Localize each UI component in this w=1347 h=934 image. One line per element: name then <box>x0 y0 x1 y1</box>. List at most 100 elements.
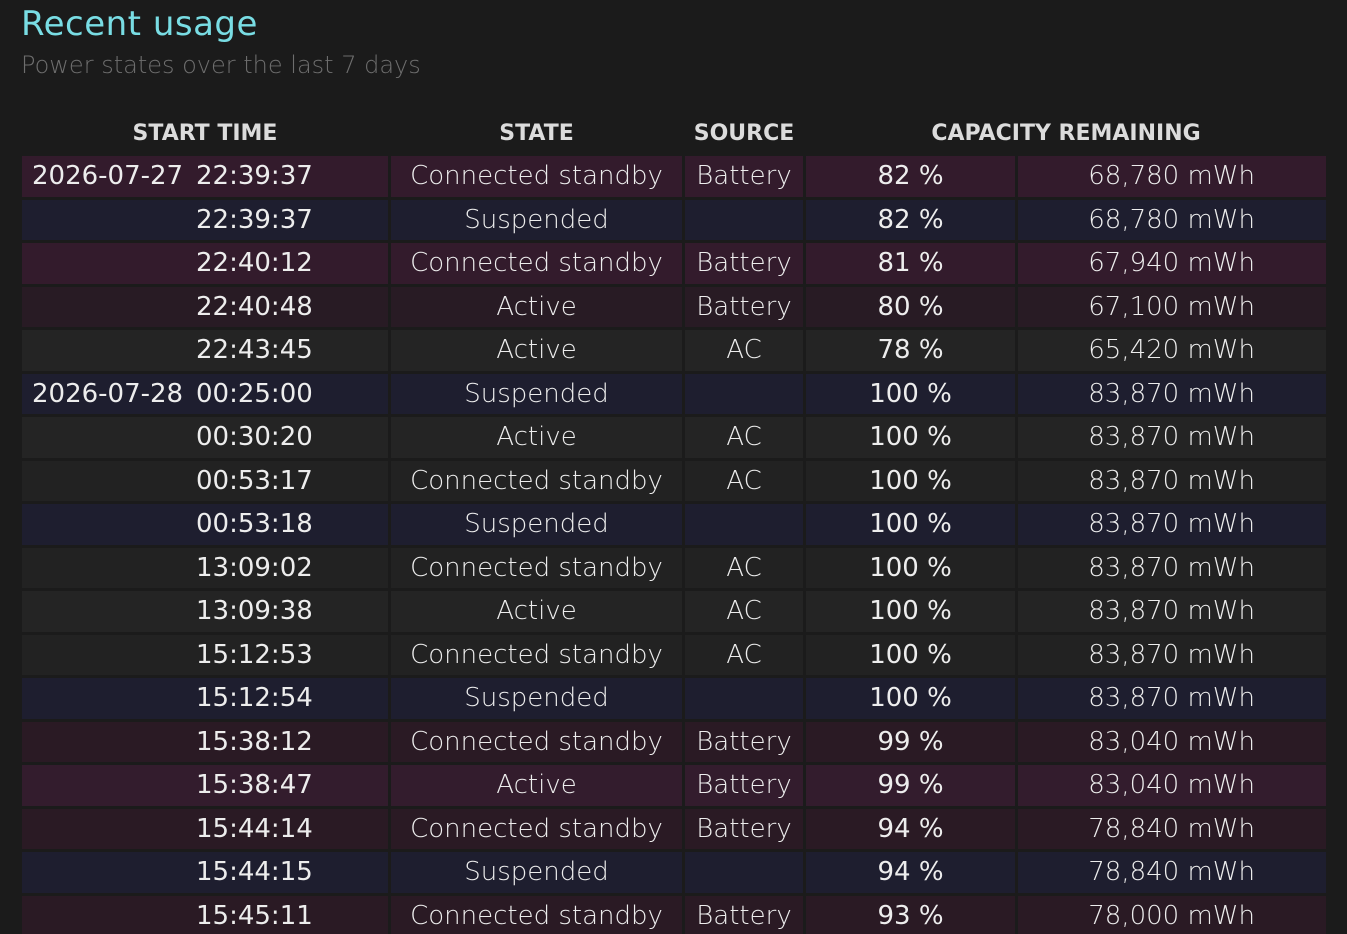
start-time-cell: 2026-07-28 00:25:00 <box>22 373 388 414</box>
table-row[interactable]: 2026-07-28 00:25:00 Suspended 100 % 83,870 m… <box>22 373 1326 414</box>
source-cell <box>685 852 803 893</box>
table-row[interactable]: 13:09:38 Active AC 100 % 83,870 mWh <box>22 591 1326 632</box>
table-row[interactable]: 15:12:53 Connected standby AC 100 % 83,870 m… <box>22 634 1326 675</box>
state-cell: Connected standby <box>391 895 682 934</box>
start-time-cell: 22:40:48 <box>22 286 388 327</box>
state-cell: Suspended <box>391 852 682 893</box>
capacity-percent-cell: 99 % <box>806 765 1015 806</box>
capacity-mwh-cell: 83,870 mWh <box>1018 634 1326 675</box>
start-time-cell: 22:39:37 <box>22 199 388 240</box>
capacity-percent-cell: 78 % <box>806 330 1015 371</box>
start-time: 00:25:00 <box>196 378 313 409</box>
table-row[interactable]: 22:40:12 Connected standby Battery 81 % 67,9… <box>22 243 1326 284</box>
capacity-mwh-cell: 67,100 mWh <box>1018 286 1326 327</box>
page-title: Recent usage <box>21 4 258 44</box>
capacity-mwh-cell: 83,870 mWh <box>1018 547 1326 588</box>
table-row[interactable]: 15:44:15 Suspended 94 % 78,840 mWh <box>22 852 1326 893</box>
capacity-mwh-cell: 83,870 mWh <box>1018 373 1326 414</box>
state-cell: Connected standby <box>391 808 682 849</box>
source-cell: AC <box>685 547 803 588</box>
source-cell: Battery <box>685 808 803 849</box>
capacity-percent-cell: 100 % <box>806 460 1015 501</box>
capacity-mwh-cell: 68,780 mWh <box>1018 156 1326 197</box>
state-cell: Connected standby <box>391 243 682 284</box>
table-row[interactable]: 15:44:14 Connected standby Battery 94 % 78,8… <box>22 808 1326 849</box>
table-row[interactable]: 00:53:18 Suspended 100 % 83,870 mWh <box>22 504 1326 545</box>
capacity-percent-cell: 80 % <box>806 286 1015 327</box>
start-time-cell: 00:30:20 <box>22 417 388 458</box>
start-time-cell: 15:38:47 <box>22 765 388 806</box>
start-time: 15:44:15 <box>196 857 313 888</box>
start-time-cell: 15:12:53 <box>22 634 388 675</box>
source-cell: AC <box>685 634 803 675</box>
state-cell: Active <box>391 591 682 632</box>
recent-usage-table: START TIME STATE SOURCE CAPACITY REMAINI… <box>19 110 1329 934</box>
state-cell: Active <box>391 765 682 806</box>
start-time: 13:09:02 <box>196 552 313 583</box>
source-cell: Battery <box>685 243 803 284</box>
start-time: 13:09:38 <box>196 596 313 627</box>
source-cell <box>685 373 803 414</box>
start-time: 15:44:14 <box>196 813 313 844</box>
capacity-percent-cell: 100 % <box>806 591 1015 632</box>
state-cell: Connected standby <box>391 156 682 197</box>
source-cell: Battery <box>685 895 803 934</box>
state-cell: Active <box>391 286 682 327</box>
source-cell: Battery <box>685 765 803 806</box>
start-time: 15:12:54 <box>196 683 313 714</box>
table-row[interactable]: 15:38:12 Connected standby Battery 99 % 83,0… <box>22 721 1326 762</box>
table-row[interactable]: 15:12:54 Suspended 100 % 83,870 mWh <box>22 678 1326 719</box>
capacity-percent-cell: 82 % <box>806 199 1015 240</box>
capacity-percent-cell: 100 % <box>806 504 1015 545</box>
capacity-percent-cell: 100 % <box>806 634 1015 675</box>
column-header-capacity-remaining[interactable]: CAPACITY REMAINING <box>806 113 1326 153</box>
capacity-percent-cell: 99 % <box>806 721 1015 762</box>
capacity-mwh-cell: 78,000 mWh <box>1018 895 1326 934</box>
column-header-start-time[interactable]: START TIME <box>22 113 388 153</box>
table-row[interactable]: 22:40:48 Active Battery 80 % 67,100 mWh <box>22 286 1326 327</box>
capacity-mwh-cell: 83,870 mWh <box>1018 417 1326 458</box>
page-subtitle: Power states over the last 7 days <box>21 51 421 79</box>
state-cell: Suspended <box>391 678 682 719</box>
state-cell: Active <box>391 417 682 458</box>
table-row[interactable]: 15:38:47 Active Battery 99 % 83,040 mWh <box>22 765 1326 806</box>
start-date: 2026-07-27 <box>32 161 184 192</box>
source-cell <box>685 504 803 545</box>
start-time: 22:40:48 <box>196 291 313 322</box>
table-row[interactable]: 00:53:17 Connected standby AC 100 % 83,870 m… <box>22 460 1326 501</box>
table-row[interactable]: 00:30:20 Active AC 100 % 83,870 mWh <box>22 417 1326 458</box>
start-time-cell: 15:12:54 <box>22 678 388 719</box>
start-date: 2026-07-28 <box>32 378 184 409</box>
source-cell: AC <box>685 417 803 458</box>
state-cell: Connected standby <box>391 547 682 588</box>
state-cell: Suspended <box>391 504 682 545</box>
table-row[interactable]: 22:39:37 Suspended 82 % 68,780 mWh <box>22 199 1326 240</box>
capacity-mwh-cell: 78,840 mWh <box>1018 808 1326 849</box>
source-cell: Battery <box>685 286 803 327</box>
source-cell: Battery <box>685 156 803 197</box>
start-time-cell: 00:53:17 <box>22 460 388 501</box>
capacity-mwh-cell: 83,040 mWh <box>1018 721 1326 762</box>
table-row[interactable]: 22:43:45 Active AC 78 % 65,420 mWh <box>22 330 1326 371</box>
start-time: 22:39:37 <box>196 161 313 192</box>
capacity-mwh-cell: 67,940 mWh <box>1018 243 1326 284</box>
state-cell: Connected standby <box>391 634 682 675</box>
source-cell: AC <box>685 460 803 501</box>
source-cell <box>685 199 803 240</box>
source-cell <box>685 678 803 719</box>
capacity-percent-cell: 82 % <box>806 156 1015 197</box>
table-row[interactable]: 13:09:02 Connected standby AC 100 % 83,870 m… <box>22 547 1326 588</box>
start-time: 15:38:47 <box>196 770 313 801</box>
start-time: 00:30:20 <box>196 422 313 453</box>
start-time-cell: 22:40:12 <box>22 243 388 284</box>
column-header-source[interactable]: SOURCE <box>685 113 803 153</box>
start-time: 22:43:45 <box>196 335 313 366</box>
start-time: 22:40:12 <box>196 248 313 279</box>
capacity-mwh-cell: 68,780 mWh <box>1018 199 1326 240</box>
table-row[interactable]: 15:45:11 Connected standby Battery 93 % 78,0… <box>22 895 1326 934</box>
table-header-row: START TIME STATE SOURCE CAPACITY REMAINI… <box>22 113 1326 153</box>
table-row[interactable]: 2026-07-27 22:39:37 Connected standby Batte… <box>22 156 1326 197</box>
capacity-mwh-cell: 65,420 mWh <box>1018 330 1326 371</box>
column-header-state[interactable]: STATE <box>391 113 682 153</box>
start-time-cell: 13:09:02 <box>22 547 388 588</box>
